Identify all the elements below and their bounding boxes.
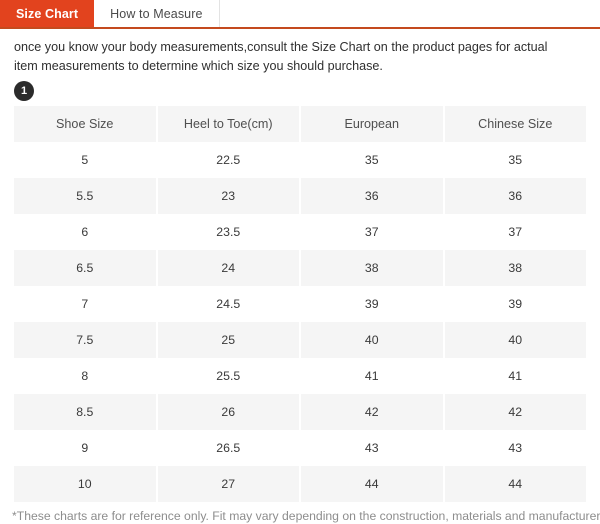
table-cell: 25: [157, 322, 299, 358]
table-cell: 7.5: [14, 322, 156, 358]
table-cell: 23.5: [157, 214, 299, 250]
table-row: 7.5 25 40 40: [14, 322, 586, 358]
table-cell: 38: [301, 250, 443, 286]
disclaimer-note: *These charts are for reference only. Fi…: [12, 509, 600, 523]
table-cell: 6.5: [14, 250, 156, 286]
table-cell: 9: [14, 430, 156, 466]
table-cell: 26: [157, 394, 299, 430]
table-row: 8.5 26 42 42: [14, 394, 586, 430]
table-cell: 44: [444, 466, 586, 502]
intro-section: once you know your body measurements,con…: [0, 29, 600, 101]
size-chart-table-wrapper: Shoe Size Heel to Toe(cm) European Chine…: [0, 101, 600, 502]
table-cell: 26.5: [157, 430, 299, 466]
table-row: 9 26.5 43 43: [14, 430, 586, 466]
table-row: 10 27 44 44: [14, 466, 586, 502]
table-cell: 42: [301, 394, 443, 430]
column-header-chinese-size: Chinese Size: [444, 106, 586, 142]
tab-bar: Size Chart How to Measure: [0, 0, 600, 29]
table-cell: 7: [14, 286, 156, 322]
tab-how-to-measure[interactable]: How to Measure: [94, 0, 220, 27]
table-cell: 24.5: [157, 286, 299, 322]
table-cell: 40: [444, 322, 586, 358]
table-cell: 37: [444, 214, 586, 250]
table-cell: 8: [14, 358, 156, 394]
table-cell: 39: [301, 286, 443, 322]
table-cell: 38: [444, 250, 586, 286]
table-cell: 44: [301, 466, 443, 502]
table-cell: 5: [14, 142, 156, 178]
table-cell: 5.5: [14, 178, 156, 214]
table-cell: 37: [301, 214, 443, 250]
table-cell: 23: [157, 178, 299, 214]
table-cell: 43: [444, 430, 586, 466]
size-chart-table: Shoe Size Heel to Toe(cm) European Chine…: [12, 106, 588, 502]
column-header-european: European: [301, 106, 443, 142]
table-cell: 41: [301, 358, 443, 394]
tab-how-to-measure-label: How to Measure: [110, 6, 203, 21]
table-cell: 24: [157, 250, 299, 286]
table-head: Shoe Size Heel to Toe(cm) European Chine…: [14, 106, 586, 142]
table-cell: 43: [301, 430, 443, 466]
table-cell: 22.5: [157, 142, 299, 178]
table-cell: 25.5: [157, 358, 299, 394]
tab-size-chart-label: Size Chart: [16, 6, 79, 21]
table-cell: 27: [157, 466, 299, 502]
intro-paragraph: once you know your body measurements,con…: [14, 40, 548, 73]
table-cell: 36: [444, 178, 586, 214]
table-cell: 6: [14, 214, 156, 250]
table-cell: 36: [301, 178, 443, 214]
table-cell: 41: [444, 358, 586, 394]
size-chart-page: Size Chart How to Measure once you know …: [0, 0, 600, 523]
table-cell: 35: [301, 142, 443, 178]
table-cell: 35: [444, 142, 586, 178]
table-cell: 10: [14, 466, 156, 502]
table-row: 5 22.5 35 35: [14, 142, 586, 178]
table-cell: 40: [301, 322, 443, 358]
table-body: 5 22.5 35 35 5.5 23 36 36 6 23.5 37 37 6.5 24 38 38 7 24.…: [14, 142, 586, 502]
table-row: 7 24.5 39 39: [14, 286, 586, 322]
table-header-row: Shoe Size Heel to Toe(cm) European Chine…: [14, 106, 586, 142]
table-cell: 8.5: [14, 394, 156, 430]
column-header-shoe-size: Shoe Size: [14, 106, 156, 142]
table-row: 5.5 23 36 36: [14, 178, 586, 214]
table-row: 8 25.5 41 41: [14, 358, 586, 394]
step-badge-1: 1: [14, 81, 34, 101]
table-row: 6 23.5 37 37: [14, 214, 586, 250]
table-row: 6.5 24 38 38: [14, 250, 586, 286]
tab-size-chart[interactable]: Size Chart: [0, 0, 95, 27]
table-cell: 39: [444, 286, 586, 322]
table-cell: 42: [444, 394, 586, 430]
column-header-heel-to-toe: Heel to Toe(cm): [157, 106, 299, 142]
